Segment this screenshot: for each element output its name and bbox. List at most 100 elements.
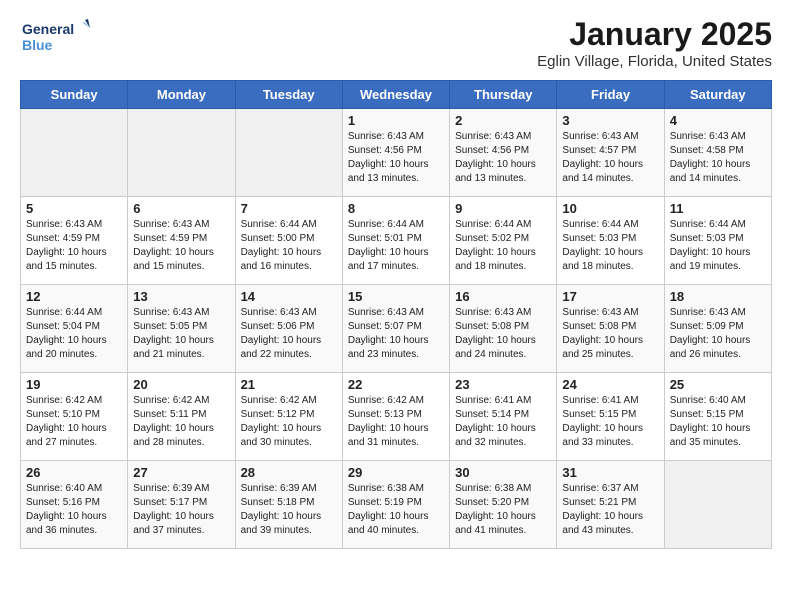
day-info: Sunrise: 6:44 AMSunset: 5:03 PMDaylight:… xyxy=(562,218,658,274)
svg-text:General: General xyxy=(22,21,74,37)
calendar-week-row: 19 Sunrise: 6:42 AMSunset: 5:10 PMDayligh… xyxy=(21,373,772,461)
weekday-header: Thursday xyxy=(450,81,557,109)
calendar-cell: 2 Sunrise: 6:43 AMSunset: 4:56 PMDaylight… xyxy=(450,109,557,197)
calendar-cell: 25Sunrise: 6:40 AMSunset: 5:15 PMDayligh… xyxy=(664,373,771,461)
day-info: Sunrise: 6:44 AMSunset: 5:01 PMDaylight:… xyxy=(348,218,444,274)
day-number: 6 xyxy=(133,201,229,216)
calendar-cell: 20Sunrise: 6:42 AMSunset: 5:11 PMDayligh… xyxy=(128,373,235,461)
day-number: 5 xyxy=(26,201,122,216)
day-info: Sunrise: 6:44 AMSunset: 5:02 PMDaylight:… xyxy=(455,218,551,274)
calendar-cell: 31 Sunrise: 6:37 AMSunset: 5:21 PMDayligh… xyxy=(557,461,664,549)
weekday-header-row: SundayMondayTuesdayWednesdayThursdayFrid… xyxy=(21,81,772,109)
calendar-cell: 7 Sunrise: 6:44 AMSunset: 5:00 PMDaylight… xyxy=(235,197,342,285)
weekday-header: Wednesday xyxy=(342,81,449,109)
day-info: Sunrise: 6:41 AMSunset: 5:15 PMDaylight:… xyxy=(562,394,658,450)
calendar-cell: 24Sunrise: 6:41 AMSunset: 5:15 PMDayligh… xyxy=(557,373,664,461)
day-info: Sunrise: 6:43 AMSunset: 4:56 PMDaylight:… xyxy=(455,130,551,186)
day-number: 10 xyxy=(562,201,658,216)
day-number: 12 xyxy=(26,289,122,304)
day-info: Sunrise: 6:40 AMSunset: 5:15 PMDaylight:… xyxy=(670,394,766,450)
calendar-cell: 30 Sunrise: 6:38 AMSunset: 5:20 PMDayligh… xyxy=(450,461,557,549)
day-number: 31 xyxy=(562,465,658,480)
day-number: 26 xyxy=(26,465,122,480)
day-number: 18 xyxy=(670,289,766,304)
calendar-cell: 21Sunrise: 6:42 AMSunset: 5:12 PMDayligh… xyxy=(235,373,342,461)
weekday-header: Saturday xyxy=(664,81,771,109)
svg-text:Blue: Blue xyxy=(22,37,53,53)
calendar-cell: 6 Sunrise: 6:43 AMSunset: 4:59 PMDaylight… xyxy=(128,197,235,285)
day-number: 2 xyxy=(455,113,551,128)
calendar-cell: 13Sunrise: 6:43 AMSunset: 5:05 PMDayligh… xyxy=(128,285,235,373)
day-info: Sunrise: 6:43 AMSunset: 5:09 PMDaylight:… xyxy=(670,306,766,362)
calendar-week-row: 1 Sunrise: 6:43 AMSunset: 4:56 PMDaylight… xyxy=(21,109,772,197)
day-number: 14 xyxy=(241,289,337,304)
weekday-header: Sunday xyxy=(21,81,128,109)
day-number: 30 xyxy=(455,465,551,480)
day-number: 15 xyxy=(348,289,444,304)
day-info: Sunrise: 6:43 AMSunset: 5:07 PMDaylight:… xyxy=(348,306,444,362)
day-info: Sunrise: 6:43 AMSunset: 4:58 PMDaylight:… xyxy=(670,130,766,186)
calendar-cell: 8Sunrise: 6:44 AMSunset: 5:01 PMDaylight… xyxy=(342,197,449,285)
calendar-cell: 5 Sunrise: 6:43 AMSunset: 4:59 PMDaylight… xyxy=(21,197,128,285)
day-info: Sunrise: 6:37 AMSunset: 5:21 PMDaylight:… xyxy=(562,482,658,538)
day-info: Sunrise: 6:42 AMSunset: 5:13 PMDaylight:… xyxy=(348,394,444,450)
day-info: Sunrise: 6:44 AMSunset: 5:03 PMDaylight:… xyxy=(670,218,766,274)
calendar-cell xyxy=(664,461,771,549)
day-info: Sunrise: 6:42 AMSunset: 5:10 PMDaylight:… xyxy=(26,394,122,450)
day-info: Sunrise: 6:39 AMSunset: 5:18 PMDaylight:… xyxy=(241,482,337,538)
calendar-cell: 18 Sunrise: 6:43 AMSunset: 5:09 PMDayligh… xyxy=(664,285,771,373)
calendar-page: General Blue January 2025 Eglin Village,… xyxy=(0,0,792,569)
day-number: 17 xyxy=(562,289,658,304)
day-number: 11 xyxy=(670,201,766,216)
day-number: 28 xyxy=(241,465,337,480)
calendar-cell: 10 Sunrise: 6:44 AMSunset: 5:03 PMDayligh… xyxy=(557,197,664,285)
day-number: 4 xyxy=(670,113,766,128)
day-number: 20 xyxy=(133,377,229,392)
day-number: 27 xyxy=(133,465,229,480)
header: General Blue January 2025 Eglin Village,… xyxy=(20,16,772,70)
day-number: 16 xyxy=(455,289,551,304)
day-info: Sunrise: 6:39 AMSunset: 5:17 PMDaylight:… xyxy=(133,482,229,538)
logo: General Blue xyxy=(20,16,90,60)
title-block: January 2025 Eglin Village, Florida, Uni… xyxy=(537,16,772,70)
day-info: Sunrise: 6:44 AMSunset: 5:00 PMDaylight:… xyxy=(241,218,337,274)
day-info: Sunrise: 6:43 AMSunset: 5:06 PMDaylight:… xyxy=(241,306,337,362)
calendar-cell: 22 Sunrise: 6:42 AMSunset: 5:13 PMDayligh… xyxy=(342,373,449,461)
logo-svg: General Blue xyxy=(20,16,90,60)
day-number: 13 xyxy=(133,289,229,304)
day-info: Sunrise: 6:44 AMSunset: 5:04 PMDaylight:… xyxy=(26,306,122,362)
calendar-cell: 12 Sunrise: 6:44 AMSunset: 5:04 PMDayligh… xyxy=(21,285,128,373)
day-info: Sunrise: 6:38 AMSunset: 5:19 PMDaylight:… xyxy=(348,482,444,538)
day-number: 7 xyxy=(241,201,337,216)
calendar-cell: 1 Sunrise: 6:43 AMSunset: 4:56 PMDaylight… xyxy=(342,109,449,197)
calendar-cell: 14 Sunrise: 6:43 AMSunset: 5:06 PMDayligh… xyxy=(235,285,342,373)
calendar-cell: 19 Sunrise: 6:42 AMSunset: 5:10 PMDayligh… xyxy=(21,373,128,461)
day-info: Sunrise: 6:41 AMSunset: 5:14 PMDaylight:… xyxy=(455,394,551,450)
calendar-cell xyxy=(235,109,342,197)
calendar-week-row: 26 Sunrise: 6:40 AMSunset: 5:16 PMDayligh… xyxy=(21,461,772,549)
day-info: Sunrise: 6:43 AMSunset: 4:59 PMDaylight:… xyxy=(26,218,122,274)
calendar-cell: 15 Sunrise: 6:43 AMSunset: 5:07 PMDayligh… xyxy=(342,285,449,373)
calendar-cell xyxy=(21,109,128,197)
day-number: 1 xyxy=(348,113,444,128)
day-info: Sunrise: 6:43 AMSunset: 4:59 PMDaylight:… xyxy=(133,218,229,274)
day-info: Sunrise: 6:38 AMSunset: 5:20 PMDaylight:… xyxy=(455,482,551,538)
calendar-subtitle: Eglin Village, Florida, United States xyxy=(537,53,772,70)
calendar-cell: 23 Sunrise: 6:41 AMSunset: 5:14 PMDayligh… xyxy=(450,373,557,461)
day-number: 23 xyxy=(455,377,551,392)
day-number: 3 xyxy=(562,113,658,128)
day-number: 19 xyxy=(26,377,122,392)
day-number: 21 xyxy=(241,377,337,392)
day-number: 22 xyxy=(348,377,444,392)
calendar-cell: 3Sunrise: 6:43 AMSunset: 4:57 PMDaylight… xyxy=(557,109,664,197)
day-info: Sunrise: 6:43 AMSunset: 4:56 PMDaylight:… xyxy=(348,130,444,186)
calendar-cell: 27 Sunrise: 6:39 AMSunset: 5:17 PMDayligh… xyxy=(128,461,235,549)
day-info: Sunrise: 6:40 AMSunset: 5:16 PMDaylight:… xyxy=(26,482,122,538)
calendar-week-row: 12 Sunrise: 6:44 AMSunset: 5:04 PMDayligh… xyxy=(21,285,772,373)
calendar-table: SundayMondayTuesdayWednesdayThursdayFrid… xyxy=(20,80,772,549)
weekday-header: Monday xyxy=(128,81,235,109)
calendar-cell: 26 Sunrise: 6:40 AMSunset: 5:16 PMDayligh… xyxy=(21,461,128,549)
weekday-header: Friday xyxy=(557,81,664,109)
day-number: 29 xyxy=(348,465,444,480)
day-info: Sunrise: 6:43 AMSunset: 5:08 PMDaylight:… xyxy=(562,306,658,362)
